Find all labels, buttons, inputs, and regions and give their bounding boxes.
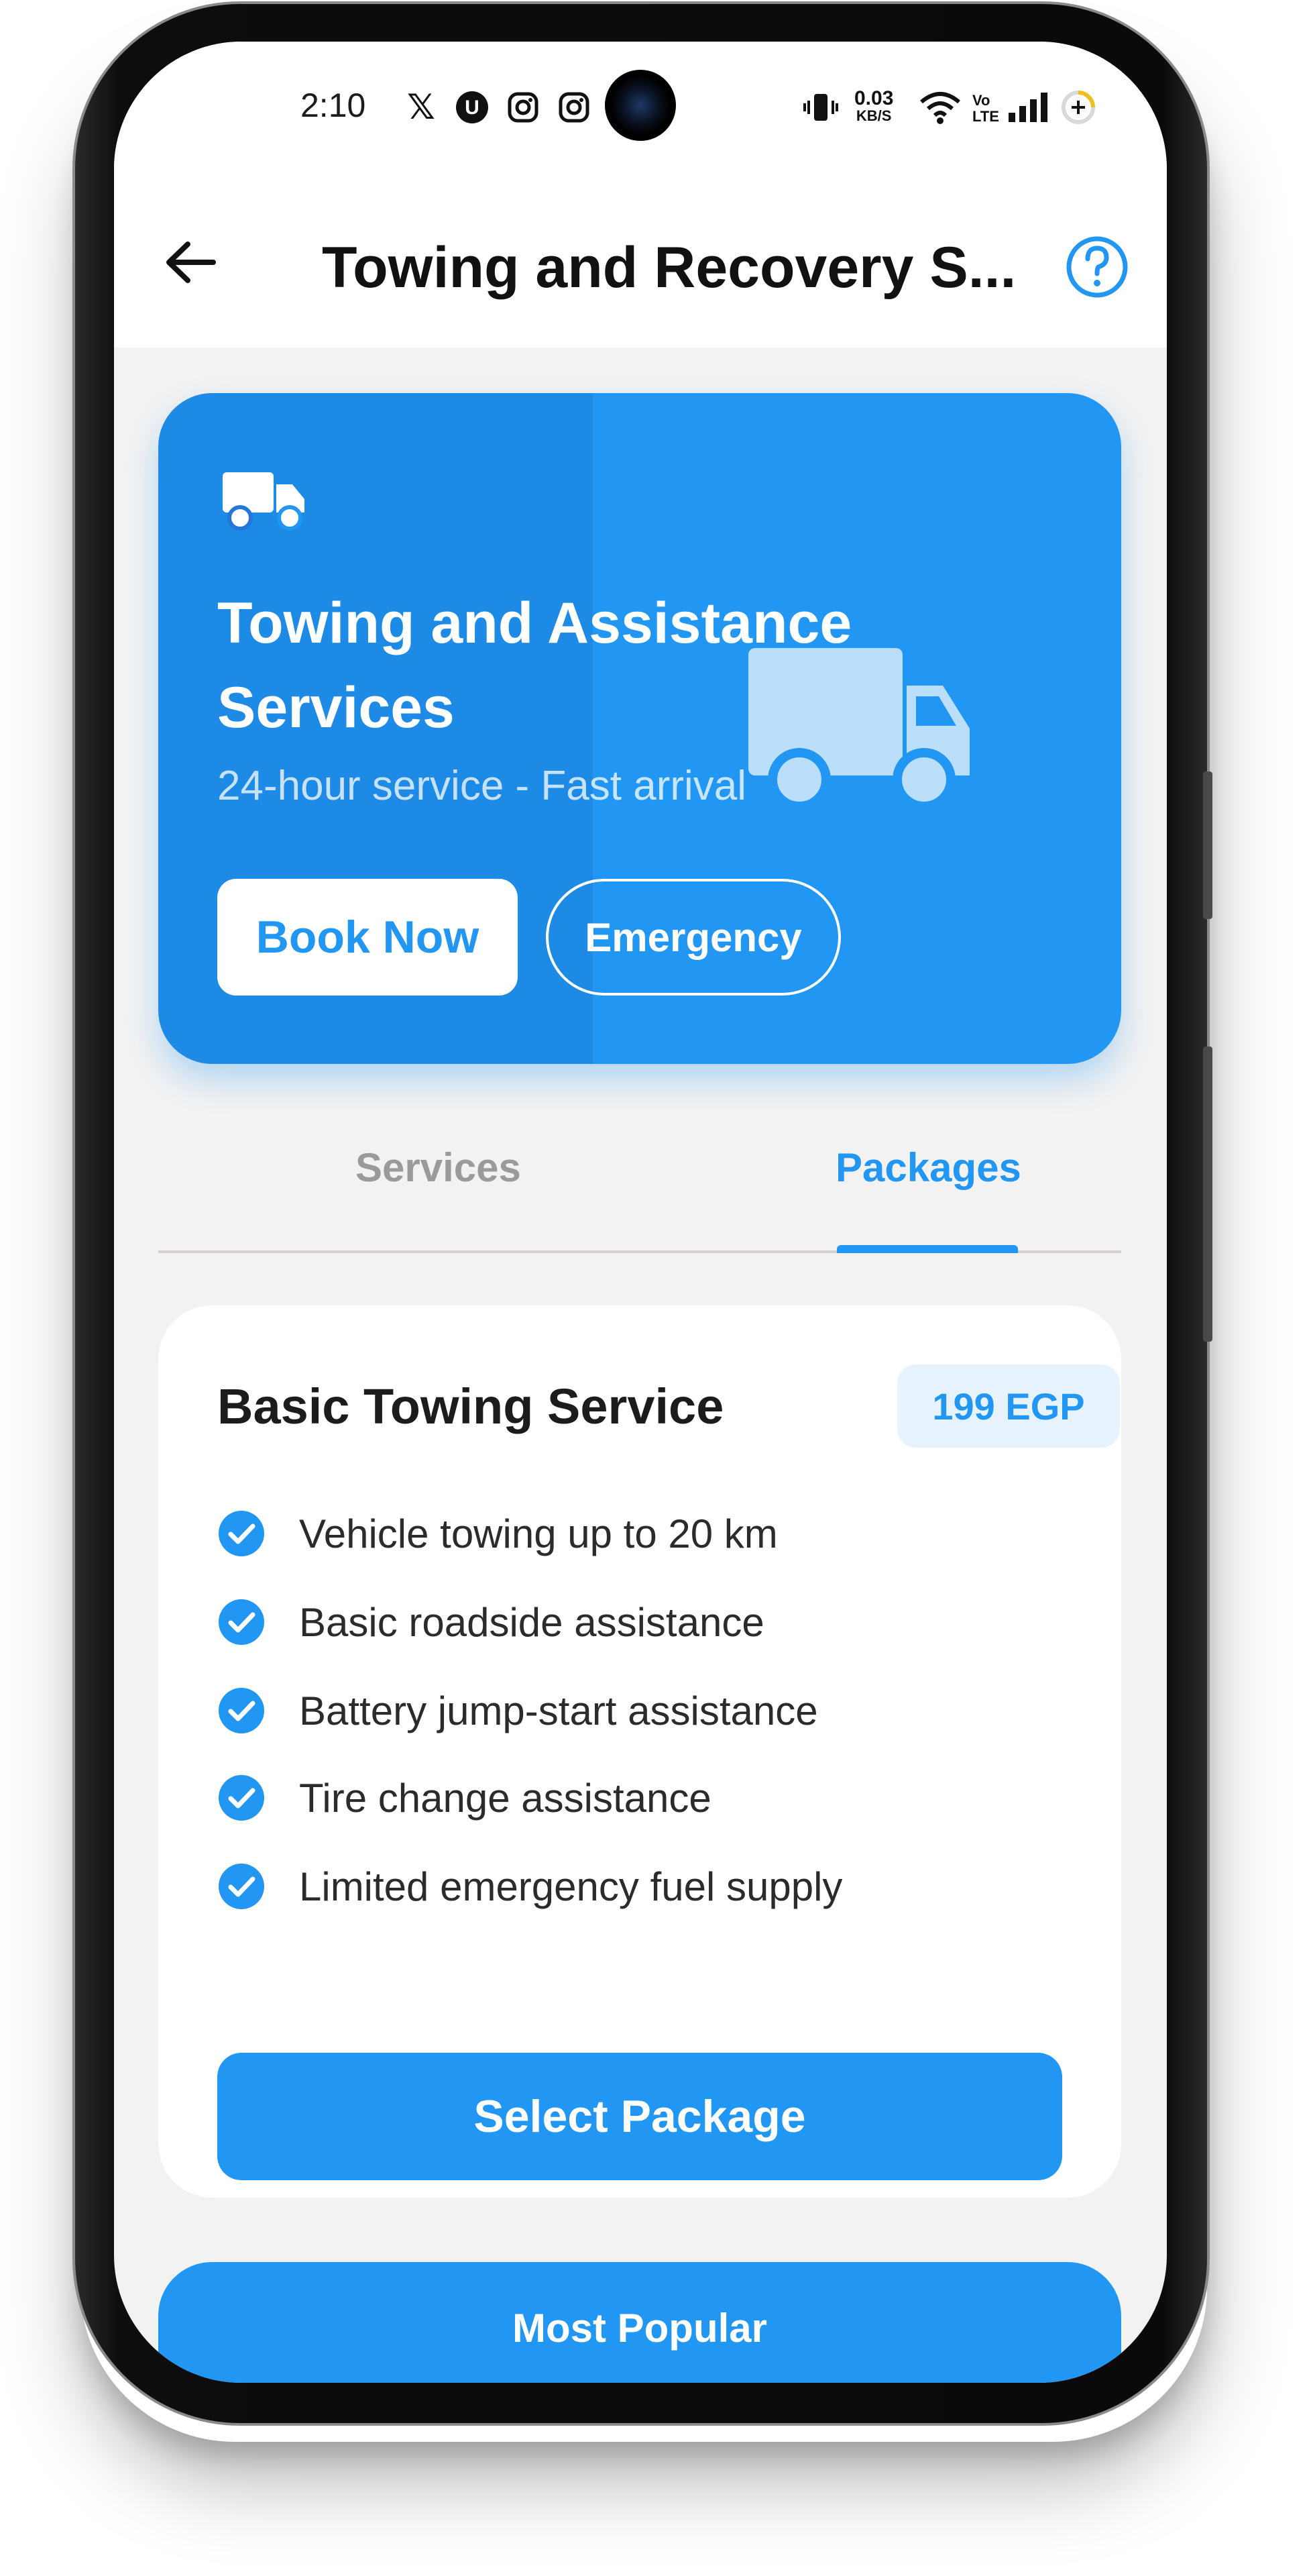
network-speed-unit: KB/S — [856, 107, 892, 124]
screen: 2:10 𝕏 U 0.03 KB/S Vo LTE Towing and Rec… — [114, 42, 1167, 2383]
vibrate-icon — [803, 90, 838, 125]
hero-title: Towing and Assistance Services — [217, 591, 852, 740]
most-popular-badge: Most Popular — [512, 2306, 767, 2351]
truck-icon — [223, 472, 304, 531]
feature-item: Limited emergency fuel supply — [217, 1860, 842, 1913]
feature-item: Vehicle towing up to 20 km — [217, 1507, 778, 1560]
tab-packages[interactable]: Packages — [836, 1144, 1021, 1191]
arrow-left-icon[interactable] — [161, 232, 221, 292]
feature-text: Vehicle towing up to 20 km — [299, 1511, 778, 1556]
feature-text: Tire change assistance — [299, 1775, 711, 1821]
book-now-button[interactable]: Book Now — [217, 879, 518, 996]
check-circle-icon — [219, 1688, 264, 1733]
status-bar: 2:10 𝕏 U 0.03 KB/S Vo LTE — [114, 42, 1167, 176]
feature-text: Battery jump-start assistance — [299, 1688, 818, 1733]
network-speed-value: 0.03 — [854, 87, 894, 109]
hero-banner: Towing and Assistance Services 24-hour s… — [158, 393, 1121, 1064]
network-speed: 0.03 KB/S — [854, 87, 894, 125]
check-circle-icon — [219, 1775, 264, 1821]
feature-text: Basic roadside assistance — [299, 1599, 764, 1645]
select-package-button[interactable]: Select Package — [217, 2053, 1062, 2180]
hero-subtitle: 24-hour service - Fast arrival — [217, 763, 747, 809]
svg-text:U: U — [465, 97, 479, 119]
wifi-icon — [919, 90, 962, 125]
page-title: Towing and Recovery S... — [322, 235, 1017, 300]
package-title: Basic Towing Service — [217, 1379, 724, 1434]
feature-text: Limited emergency fuel supply — [299, 1864, 843, 1909]
feature-item: Tire change assistance — [217, 1771, 711, 1825]
volte-indicator: Vo LTE — [972, 93, 999, 125]
volume-button — [1203, 771, 1212, 919]
check-circle-icon — [219, 1864, 264, 1909]
power-button — [1203, 1046, 1212, 1342]
status-time: 2:10 — [300, 87, 366, 124]
u-icon: U — [455, 90, 490, 125]
signal-icon — [1007, 90, 1050, 125]
help-circle-icon[interactable] — [1065, 235, 1129, 299]
check-circle-icon — [219, 1511, 264, 1556]
tab-services[interactable]: Services — [355, 1144, 521, 1191]
app-bar: Towing and Recovery S... — [114, 176, 1167, 347]
battery-icon — [1061, 90, 1096, 125]
volte-top: Vo — [972, 92, 990, 109]
instagram-icon — [557, 90, 591, 125]
check-circle-icon — [219, 1599, 264, 1645]
instagram-icon — [506, 90, 540, 125]
volte-bottom: LTE — [972, 108, 999, 125]
feature-item: Basic roadside assistance — [217, 1595, 764, 1649]
tab-active-indicator — [837, 1245, 1018, 1253]
front-camera — [605, 70, 676, 141]
popular-package-card[interactable]: Most Popular — [158, 2262, 1121, 2383]
tab-bar: Services Packages — [158, 1106, 1121, 1253]
x-icon: 𝕏 — [407, 88, 435, 127]
emergency-button[interactable]: Emergency — [546, 879, 841, 996]
feature-item: Battery jump-start assistance — [217, 1684, 818, 1737]
price-badge: 199 EGP — [897, 1364, 1120, 1448]
package-card: Basic Towing Service 199 EGP Vehicle tow… — [158, 1305, 1121, 2198]
